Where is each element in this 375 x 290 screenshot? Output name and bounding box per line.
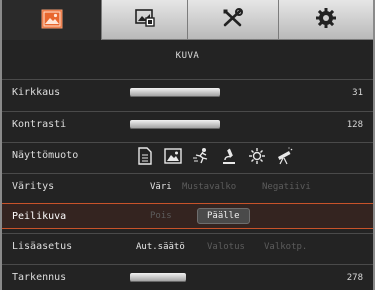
tools-icon	[222, 8, 244, 31]
display-mode-label: Näyttömuoto	[12, 150, 79, 161]
row-sharpness[interactable]: Tarkennus 278	[2, 264, 373, 290]
gear-icon	[315, 7, 337, 32]
menu-title: KUVA	[175, 51, 200, 61]
brightness-value: 31	[352, 87, 363, 98]
row-coloring[interactable]: Väritys Väri Mustavalko Negatiivi	[2, 173, 373, 199]
display-settings-icon	[134, 8, 156, 31]
sharpness-slider[interactable]	[130, 273, 186, 282]
brightness-slider[interactable]	[130, 88, 220, 97]
coloring-option-negative[interactable]: Negatiivi	[262, 182, 311, 192]
sun-icon[interactable]	[248, 147, 266, 165]
microscope-icon[interactable]	[220, 147, 238, 165]
tab-display[interactable]	[102, 0, 188, 40]
contrast-value: 128	[346, 119, 363, 130]
tab-settings[interactable]	[279, 0, 373, 40]
extra-settings-label: Lisäasetus	[12, 241, 73, 252]
document-icon[interactable]	[136, 146, 154, 165]
row-extra-settings[interactable]: Lisäasetus Aut.säätö Valotus Valkotp.	[2, 233, 373, 259]
extra-option-exposure[interactable]: Valotus	[207, 242, 245, 252]
tab-picture[interactable]	[2, 0, 102, 40]
coloring-label: Väritys	[12, 181, 55, 192]
mirror-option-on[interactable]: Päälle	[197, 208, 250, 224]
picture-mode-icon[interactable]	[164, 147, 182, 165]
row-contrast[interactable]: Kontrasti 128	[2, 111, 373, 137]
coloring-option-bw[interactable]: Mustavalko	[182, 182, 236, 192]
sharpness-value: 278	[346, 272, 363, 283]
contrast-label: Kontrasti	[12, 119, 67, 130]
brightness-label: Kirkkaus	[12, 87, 61, 98]
picture-icon	[41, 9, 63, 32]
extra-option-white-balance[interactable]: Valkotp.	[264, 242, 307, 252]
row-brightness[interactable]: Kirkkaus 31	[2, 79, 373, 105]
telescope-icon[interactable]	[276, 146, 294, 165]
contrast-slider[interactable]	[130, 120, 220, 129]
tab-tools[interactable]	[188, 0, 279, 40]
extra-option-auto-adjust[interactable]: Aut.säätö	[136, 242, 185, 252]
row-display-mode[interactable]: Näyttömuoto	[2, 142, 373, 168]
row-mirror[interactable]: Peilikuva Pois Päälle	[2, 203, 373, 229]
mirror-label: Peilikuva	[12, 210, 67, 222]
coloring-option-color[interactable]: Väri	[150, 182, 172, 192]
sport-icon[interactable]	[192, 147, 210, 165]
tab-bar	[2, 0, 373, 40]
settings-window: KUVA Kirkkaus 31 Kontrasti 128 Näyttömuo…	[0, 0, 375, 290]
mirror-option-off[interactable]: Pois	[150, 211, 172, 221]
display-mode-options	[136, 146, 294, 165]
sharpness-label: Tarkennus	[12, 272, 67, 283]
